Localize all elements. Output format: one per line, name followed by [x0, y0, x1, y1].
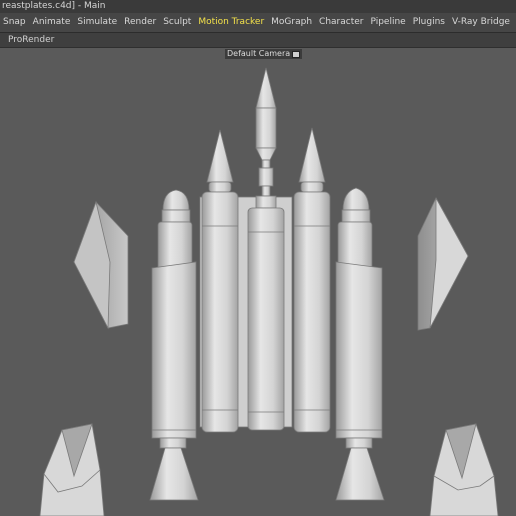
left-inner-tube [201, 129, 239, 433]
bottom-left-piece [39, 423, 105, 516]
right-chevron-plate [417, 197, 469, 331]
menu-mograph[interactable]: MoGraph [268, 13, 316, 32]
menu-simulate[interactable]: Simulate [74, 13, 121, 32]
main-menubar: Snap Animate Simulate Render Sculpt Motion Tr… [0, 13, 516, 33]
menu-sculpt[interactable]: Sculpt [160, 13, 195, 32]
menu-character[interactable]: Character [316, 13, 367, 32]
center-tube [247, 207, 285, 431]
menu-pipeline[interactable]: Pipeline [367, 13, 409, 32]
menu-render[interactable]: Render [121, 13, 160, 32]
app-window: reastplates.c4d] - Main Snap Animate Simul… [0, 0, 516, 516]
model-render [39, 67, 499, 516]
right-inner-tube [293, 127, 331, 433]
right-outer-tube [335, 187, 385, 501]
center-spike [255, 67, 277, 209]
secondary-toolbar: ProRender [0, 33, 516, 48]
bottom-right-piece [429, 423, 499, 516]
left-outer-tube [149, 189, 199, 501]
menu-plugins[interactable]: Plugins [410, 13, 449, 32]
menu-v-ray-bridge[interactable]: V-Ray Bridge [449, 13, 514, 32]
prorender-menu[interactable]: ProRender [0, 33, 54, 47]
menu-snap[interactable]: Snap [0, 13, 30, 32]
window-title: reastplates.c4d] - Main [0, 0, 516, 13]
menu-motion-tracker[interactable]: Motion Tracker [195, 13, 268, 32]
menu-animate[interactable]: Animate [30, 13, 75, 32]
left-chevron-plate [73, 200, 129, 330]
